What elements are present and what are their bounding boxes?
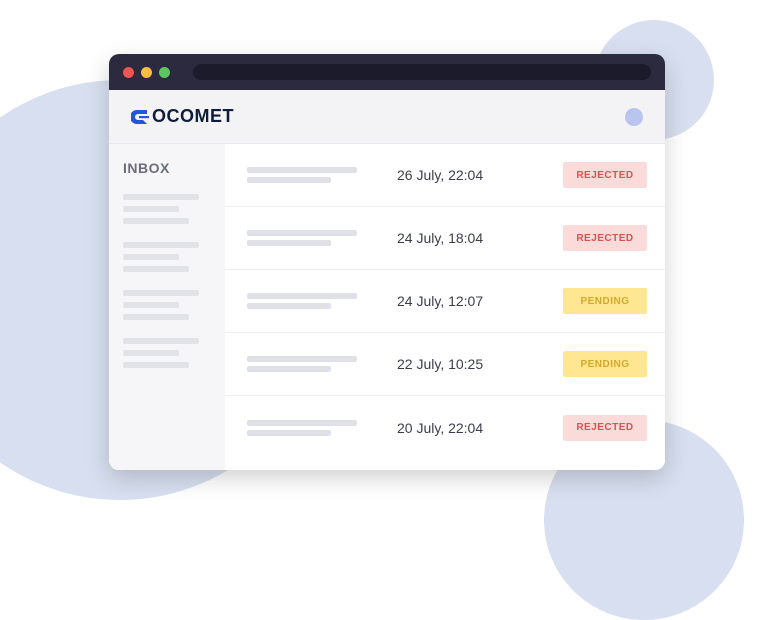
- placeholder-line: [247, 167, 357, 173]
- logo-mark-icon: [131, 108, 151, 126]
- list-item[interactable]: 22 July, 10:25 PENDING: [225, 333, 665, 396]
- content-area: INBOX: [109, 144, 665, 470]
- sidebar-title: INBOX: [123, 160, 211, 176]
- minimize-icon[interactable]: [141, 67, 152, 78]
- placeholder-line: [247, 230, 357, 236]
- sidebar-item[interactable]: [123, 242, 211, 272]
- status-badge: PENDING: [563, 351, 647, 377]
- placeholder-line: [247, 240, 331, 246]
- placeholder-line: [123, 362, 189, 368]
- item-preview: [247, 163, 367, 187]
- placeholder-line: [123, 314, 189, 320]
- list-item[interactable]: 24 July, 12:07 PENDING: [225, 270, 665, 333]
- placeholder-line: [123, 266, 189, 272]
- sidebar-item[interactable]: [123, 194, 211, 224]
- placeholder-line: [247, 303, 331, 309]
- placeholder-line: [123, 338, 199, 344]
- brand-logo[interactable]: OCOMET: [131, 106, 234, 127]
- list-item[interactable]: 20 July, 22:04 REJECTED: [225, 396, 665, 459]
- placeholder-line: [123, 254, 179, 260]
- app-window: OCOMET INBOX: [109, 54, 665, 470]
- item-date: 20 July, 22:04: [367, 420, 563, 436]
- placeholder-line: [123, 206, 179, 212]
- status-badge: PENDING: [563, 288, 647, 314]
- placeholder-line: [247, 356, 357, 362]
- sidebar-item[interactable]: [123, 338, 211, 368]
- app-header: OCOMET: [109, 90, 665, 144]
- inbox-list: 26 July, 22:04 REJECTED 24 July, 18:04 R…: [225, 144, 665, 470]
- item-preview: [247, 289, 367, 313]
- window-titlebar: [109, 54, 665, 90]
- status-badge: REJECTED: [563, 415, 647, 441]
- item-preview: [247, 226, 367, 250]
- sidebar-item[interactable]: [123, 290, 211, 320]
- item-date: 22 July, 10:25: [367, 356, 563, 372]
- placeholder-line: [247, 430, 331, 436]
- item-date: 24 July, 18:04: [367, 230, 563, 246]
- avatar[interactable]: [625, 108, 643, 126]
- placeholder-line: [123, 242, 199, 248]
- address-bar[interactable]: [193, 64, 651, 80]
- item-preview: [247, 416, 367, 440]
- placeholder-line: [123, 302, 179, 308]
- placeholder-line: [123, 218, 189, 224]
- close-icon[interactable]: [123, 67, 134, 78]
- item-date: 26 July, 22:04: [367, 167, 563, 183]
- placeholder-line: [247, 293, 357, 299]
- placeholder-line: [247, 366, 331, 372]
- placeholder-line: [247, 177, 331, 183]
- placeholder-line: [123, 290, 199, 296]
- item-preview: [247, 352, 367, 376]
- item-date: 24 July, 12:07: [367, 293, 563, 309]
- brand-name: OCOMET: [152, 106, 234, 127]
- sidebar: INBOX: [109, 144, 225, 470]
- placeholder-line: [123, 350, 179, 356]
- placeholder-line: [247, 420, 357, 426]
- list-item[interactable]: 26 July, 22:04 REJECTED: [225, 144, 665, 207]
- status-badge: REJECTED: [563, 225, 647, 251]
- status-badge: REJECTED: [563, 162, 647, 188]
- placeholder-line: [123, 194, 199, 200]
- list-item[interactable]: 24 July, 18:04 REJECTED: [225, 207, 665, 270]
- maximize-icon[interactable]: [159, 67, 170, 78]
